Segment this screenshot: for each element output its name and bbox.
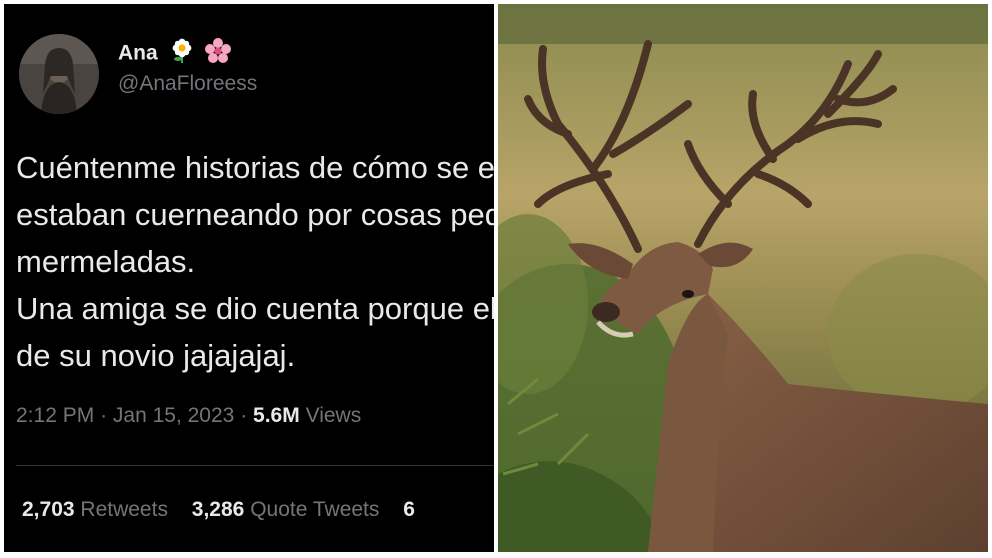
- tweet-date[interactable]: Jan 15, 2023: [113, 404, 234, 427]
- deer-photo: [498, 4, 988, 552]
- likes-stat[interactable]: 6: [403, 498, 415, 522]
- tweet-text-line: estaban cuerneando por cosas pequeñas, c…: [16, 197, 494, 232]
- tweet-panel: Ana @AnaFloreess Cuéntenme historias de …: [4, 4, 494, 552]
- tweet-stats: 2,703 Retweets 3,286 Quote Tweets 6: [22, 498, 433, 522]
- cherry-blossom-emoji-icon: [205, 38, 232, 70]
- views-count: 5.6M: [253, 404, 300, 427]
- tweet-text-line: Cuéntenme historias de cómo se enteraron…: [16, 150, 494, 185]
- retweets-stat[interactable]: 2,703 Retweets: [22, 498, 168, 522]
- avatar-image: [19, 34, 99, 114]
- display-name-text: Ana: [118, 41, 158, 65]
- quote-tweets-stat[interactable]: 3,286 Quote Tweets: [192, 498, 380, 522]
- divider: [16, 465, 494, 466]
- meta-separator: ·: [240, 404, 248, 427]
- tweet-text-line: de su novio jajajajaj.: [16, 338, 296, 373]
- quote-tweets-count: 3,286: [191, 498, 245, 521]
- tweet-meta: 2:12 PM · Jan 15, 2023 · 5.6M Views: [16, 404, 361, 428]
- meta-separator: ·: [100, 404, 108, 427]
- retweets-count: 2,703: [22, 498, 75, 521]
- retweets-label: Retweets: [80, 498, 168, 521]
- tweet-text: Cuéntenme historias de cómo se enteraron…: [16, 144, 494, 379]
- display-name[interactable]: Ana: [118, 38, 232, 70]
- avatar[interactable]: [19, 34, 99, 114]
- user-handle[interactable]: @AnaFloreess: [118, 72, 257, 96]
- deer-stag-image: [498, 4, 988, 552]
- daisy-emoji-icon: [170, 38, 194, 70]
- tweet-time[interactable]: 2:12 PM: [16, 404, 94, 427]
- tweet-text-line: mermeladas.: [16, 244, 196, 279]
- tweet-text-line: Una amiga se dio cuenta porque el perro: [16, 291, 494, 326]
- likes-count: 6: [403, 498, 415, 521]
- quote-tweets-label: Quote Tweets: [250, 498, 380, 521]
- views-label: Views: [305, 404, 362, 427]
